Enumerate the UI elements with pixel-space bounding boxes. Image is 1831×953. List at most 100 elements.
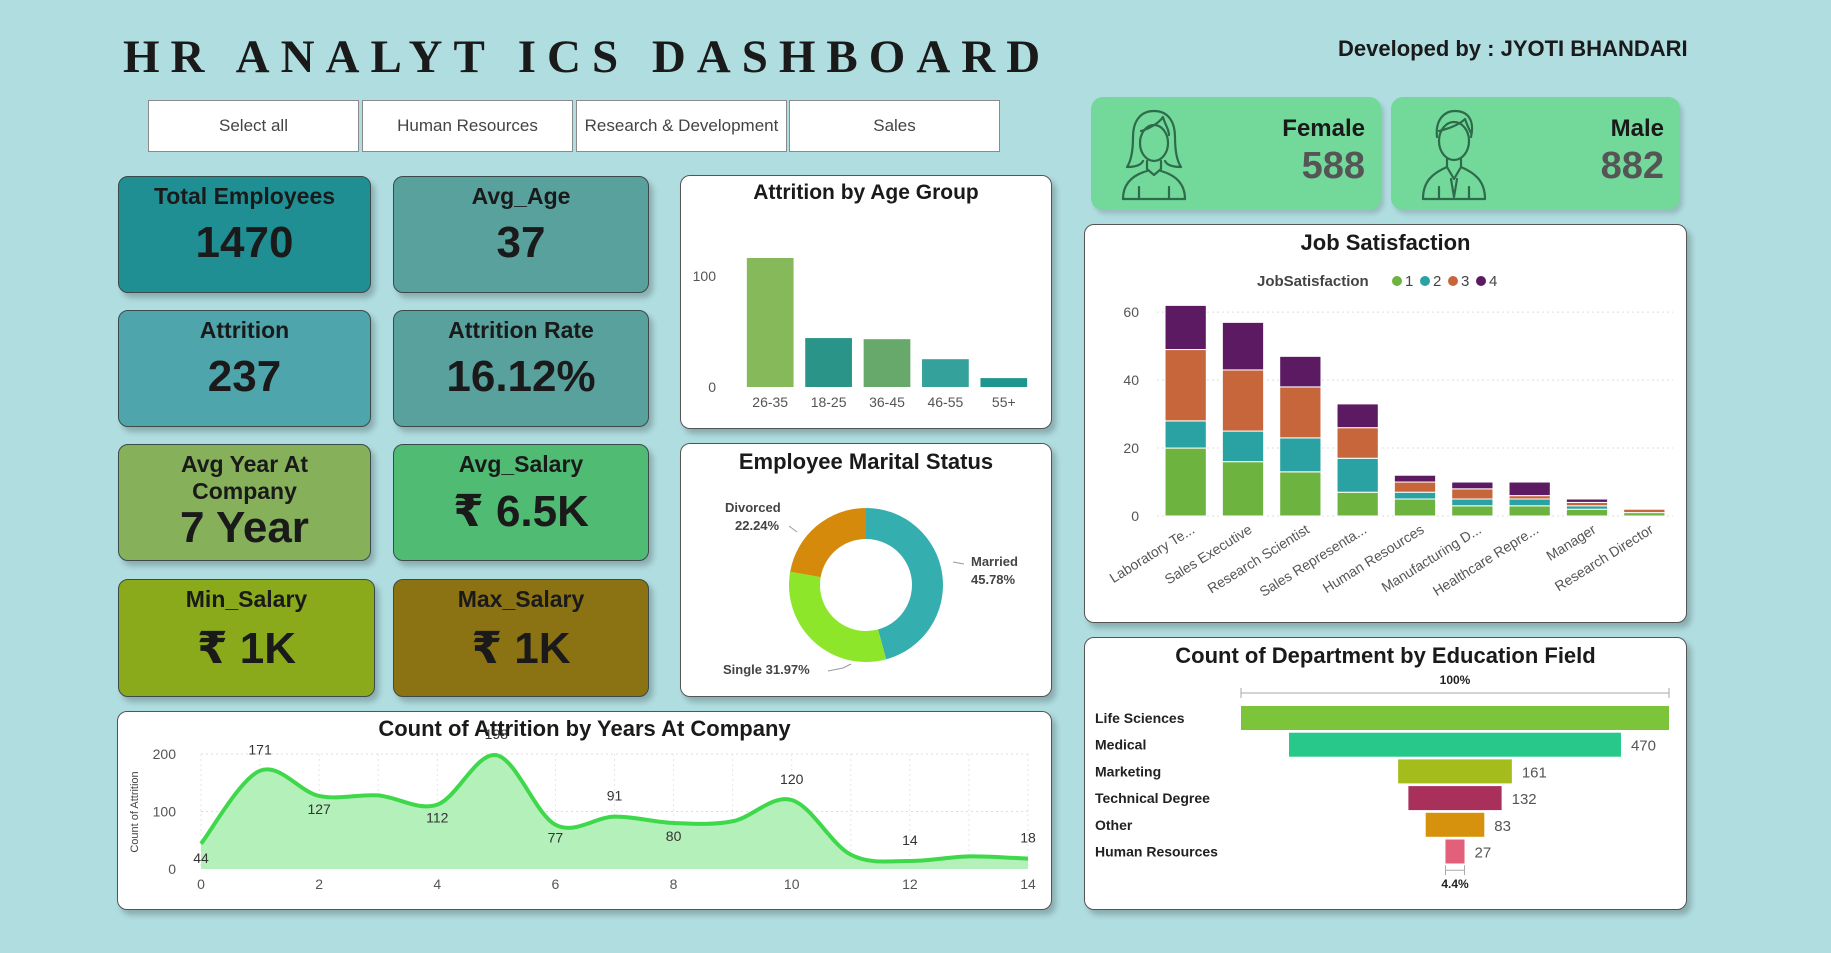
bar-36-45 — [863, 339, 911, 387]
male-count: 882 — [1600, 145, 1664, 187]
job-satisfaction-chart: JobSatisfaction 1 2 3 40204060Laboratory Te.… — [1106, 273, 1673, 600]
bar-segment — [1508, 505, 1551, 517]
panel-job-satisfaction: Job Satisfaction JobSatisfaction 1 2 3 4 0 20 4… — [1084, 224, 1687, 623]
leader-line — [952, 561, 965, 565]
bar-segment — [1279, 437, 1322, 473]
slice-value: 22.24% — [735, 518, 780, 533]
kpi-value: ₹ 6.5K — [453, 487, 589, 536]
panel-education-field: Count of Department by Education Field 1… — [1084, 637, 1687, 910]
kpi-label: Min_Salary — [185, 586, 308, 612]
kpi-attrition-rate: Attrition Rate 16.12% — [393, 310, 649, 427]
bar-segment — [1508, 495, 1551, 500]
funnel-bar — [1241, 706, 1669, 730]
marital-donut-chart: Married 45.78% Single 31.97% Divorced 22.24% — [723, 500, 1018, 677]
kpi-label: Attrition Rate — [448, 317, 594, 343]
data-label: 14 — [902, 832, 918, 848]
bar-segment — [1451, 498, 1494, 507]
bar-segment — [1508, 481, 1551, 497]
category-label: Human Resources — [1095, 844, 1218, 860]
y-axis-label: Count of Attrition — [129, 771, 141, 852]
x-tick-label: 0 — [197, 876, 205, 892]
x-tick-label: Healthcare Repre... — [1430, 521, 1541, 599]
funnel-bar — [1408, 786, 1502, 811]
bar-segment — [1393, 481, 1437, 493]
x-tick-label: 4 — [433, 876, 441, 892]
bar-26-35 — [746, 258, 794, 387]
bar-segment — [1164, 349, 1207, 422]
bar-segment — [1336, 427, 1379, 459]
leader-line — [827, 663, 852, 672]
slicer-research-development[interactable]: Research & Development — [576, 100, 787, 152]
leader-line — [788, 525, 798, 533]
education-funnel-chart: 100% Life Sciences Medical 470 Marketing 161 T… — [1095, 673, 1670, 891]
bar-segment — [1164, 447, 1207, 517]
bar-segment — [1279, 471, 1322, 517]
kpi-value: ₹ 1K — [471, 624, 571, 673]
legend-marker — [1448, 276, 1458, 286]
bar-46-55 — [922, 359, 969, 387]
slice-label: Divorced — [725, 500, 781, 515]
female-label: Female — [1282, 115, 1365, 142]
bar-segment — [1451, 488, 1494, 500]
legend-label: 4 — [1489, 273, 1497, 290]
kpi-label: Avg Year At Company — [181, 451, 308, 504]
kpi-avg-age: Avg_Age 37 — [393, 176, 649, 293]
bar-segment — [1221, 430, 1265, 463]
slicer-sales[interactable]: Sales — [789, 100, 1000, 152]
male-user-icon — [1421, 109, 1487, 201]
bar-segment — [1164, 304, 1207, 351]
bar-segment — [1279, 386, 1322, 439]
female-user-icon — [1121, 109, 1187, 201]
data-label: 77 — [548, 830, 564, 846]
kpi-value: 237 — [207, 352, 282, 401]
bar-18-25 — [805, 338, 852, 387]
y-tick-label: 0 — [168, 861, 176, 877]
funnel-bar — [1398, 759, 1512, 784]
x-tick-label: 46-55 — [927, 394, 963, 410]
slice-label: Single 31.97% — [723, 662, 810, 677]
bar-segment — [1221, 461, 1265, 517]
bar-segment — [1565, 505, 1609, 510]
funnel-bottom-label: 4.4% — [1441, 877, 1469, 891]
x-tick-label: 18-25 — [811, 394, 847, 410]
legend-marker — [1392, 276, 1402, 286]
bar-segment — [1451, 481, 1494, 490]
dashboard-title: HR ANALYT ICS DASHBOARD — [123, 31, 1052, 83]
kpi-label: Max_Salary — [457, 586, 585, 612]
kpi-value: ₹ 1K — [196, 624, 297, 673]
data-label: 198 — [485, 726, 509, 742]
kpi-value: 1470 — [195, 218, 294, 267]
funnel-bar — [1289, 732, 1621, 757]
data-label: 470 — [1631, 738, 1656, 755]
kpi-label: Attrition — [199, 317, 290, 343]
bar-segment — [1623, 512, 1666, 517]
slicer-select-all[interactable]: Select all — [148, 100, 359, 152]
kpi-value: 16.12% — [446, 352, 596, 401]
y-tick-label: 100 — [153, 804, 177, 820]
legend-label: 1 — [1405, 273, 1413, 290]
data-label: 27 — [1475, 845, 1492, 862]
kpi-value: 37 — [496, 218, 546, 267]
x-tick-label: 12 — [902, 876, 918, 892]
bar-segment — [1336, 403, 1379, 429]
kpi-label: Avg_Salary — [458, 451, 584, 477]
female-count: 588 — [1301, 145, 1365, 187]
y-tick-label: 40 — [1123, 372, 1139, 388]
y-tick-label: 0 — [708, 379, 716, 395]
category-label: Marketing — [1095, 763, 1161, 779]
x-tick-label: 10 — [784, 876, 800, 892]
x-tick-label: 26-35 — [752, 394, 788, 410]
x-tick-label: 14 — [1020, 876, 1036, 892]
developer-credit: Developed by : JYOTI BHANDARI — [1338, 36, 1688, 61]
bar-segment — [1508, 498, 1551, 507]
data-label: 91 — [607, 788, 623, 804]
x-tick-label: 36-45 — [869, 394, 905, 410]
kpi-avg-year-at-company: Avg Year At Company 7 Year — [118, 444, 371, 561]
category-label: Medical — [1095, 737, 1146, 753]
age-group-chart: 0 100 26-35 18-25 36-45 46-55 55+ — [693, 258, 1028, 410]
data-label: 83 — [1494, 818, 1511, 835]
slicer-human-resources[interactable]: Human Resources — [362, 100, 573, 152]
funnel-top-label: 100% — [1440, 673, 1471, 687]
bar-segment — [1221, 369, 1265, 432]
x-tick-label: 6 — [552, 876, 560, 892]
